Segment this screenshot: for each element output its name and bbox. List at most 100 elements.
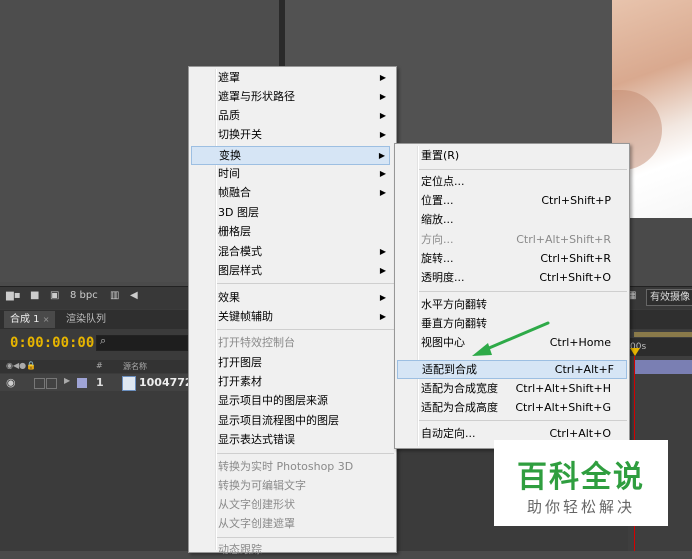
menu-separator xyxy=(217,283,394,284)
label-color-swatch[interactable] xyxy=(77,378,87,388)
flowchart-icon[interactable]: ▆▪ xyxy=(6,290,20,304)
eye-column-icon[interactable]: ◉◀●🔒 xyxy=(6,361,36,370)
menu-item-label: 品质 xyxy=(218,109,240,122)
menu-item-transform[interactable]: 变换 ▶ xyxy=(191,146,390,165)
submenu-arrow-icon: ▶ xyxy=(379,247,386,256)
menu-item-label: 变换 xyxy=(219,149,241,162)
menu-item-3d-layer[interactable]: 3D 图层 xyxy=(218,203,390,222)
menu-item-keyframe-assistant[interactable]: 关键帧辅助 ▶ xyxy=(218,307,390,326)
menu-item-opacity[interactable]: 透明度... Ctrl+Shift+O xyxy=(421,268,625,287)
transform-submenu: 重置(R) 定位点... 位置... Ctrl+Shift+P 缩放... 方向.… xyxy=(394,143,630,449)
tab-composition-1[interactable]: 合成 1 × xyxy=(4,311,56,328)
menu-item-shortcut: Ctrl+Alt+Shift+R xyxy=(516,233,611,246)
menu-item-label: 时间 xyxy=(218,167,240,180)
menu-item-convert-to-live-photoshop-3d[interactable]: 转换为实时 Photoshop 3D xyxy=(218,457,390,476)
annotation-arrow-icon xyxy=(472,321,550,356)
column-number: # xyxy=(96,361,103,370)
menu-item-label: 关键帧辅助 xyxy=(218,310,273,323)
submenu-arrow-icon: ▶ xyxy=(379,293,386,302)
menu-item-shortcut: Ctrl+Shift+O xyxy=(539,271,611,284)
menu-item-label: 透明度... xyxy=(421,271,465,284)
menu-item-reset[interactable]: 重置(R) xyxy=(421,146,625,165)
menu-item-mask[interactable]: 遮罩 ▶ xyxy=(218,68,390,87)
menu-item-adjustment-layer[interactable]: 栅格层 xyxy=(218,222,390,241)
menu-item-create-masks-from-text[interactable]: 从文字创建遮罩 xyxy=(218,514,390,533)
layer-row[interactable]: ◉ ▶ 1 10047729 xyxy=(0,374,200,391)
menu-item-fit-to-comp-width[interactable]: 适配为合成宽度 Ctrl+Alt+Shift+H xyxy=(421,379,625,398)
menu-item-fit-to-comp-height[interactable]: 适配为合成高度 Ctrl+Alt+Shift+G xyxy=(421,398,625,417)
menu-separator xyxy=(217,329,394,330)
visibility-eye-icon[interactable]: ◉ xyxy=(6,376,16,389)
menu-item-label: 旋转... xyxy=(421,252,454,265)
menu-item-label: 效果 xyxy=(218,291,240,304)
menu-item-reveal-in-flowchart[interactable]: 显示项目流程图中的图层 xyxy=(218,411,390,430)
close-icon[interactable]: × xyxy=(43,315,50,324)
layer-column-header: ◉◀●🔒 # 源名称 xyxy=(0,360,190,373)
menu-item-mask-and-shape-path[interactable]: 遮罩与形状路径 ▶ xyxy=(218,87,390,106)
watermark-subtitle: 助你轻松解决 xyxy=(526,498,635,516)
menu-item-effect[interactable]: 效果 ▶ xyxy=(218,288,390,307)
menu-item-reveal-layer-source[interactable]: 显示项目中的图层来源 xyxy=(218,391,390,410)
menu-item-shortcut: Ctrl+Alt+F xyxy=(554,363,614,376)
menu-item-label: 遮罩 xyxy=(218,71,240,84)
menu-separator xyxy=(419,291,627,292)
menu-item-label: 适配为合成高度 xyxy=(421,401,498,414)
menu-item-label: 帧融合 xyxy=(218,186,251,199)
menu-item-convert-to-editable-text[interactable]: 转换为可编辑文字 xyxy=(218,476,390,495)
menu-separator xyxy=(419,420,627,421)
menu-item-label: 方向... xyxy=(421,233,454,246)
bit-depth-button[interactable]: 8 bpc xyxy=(70,290,98,304)
column-source-name: 源名称 xyxy=(123,362,147,371)
menu-item-blending-mode[interactable]: 混合模式 ▶ xyxy=(218,242,390,261)
menu-item-open-layer[interactable]: 打开图层 xyxy=(218,353,390,372)
trash-icon[interactable]: ▥ xyxy=(110,290,119,304)
menu-item-create-shapes-from-text[interactable]: 从文字创建形状 xyxy=(218,495,390,514)
lock-checkbox[interactable] xyxy=(46,378,57,389)
playhead-marker[interactable] xyxy=(630,348,640,356)
menu-item-flip-horizontal[interactable]: 水平方向翻转 xyxy=(421,295,625,314)
menu-item-open-footage[interactable]: 打开素材 xyxy=(218,372,390,391)
layer-context-menu: 遮罩 ▶ 遮罩与形状路径 ▶ 品质 ▶ 切换开关 ▶ 变换 ▶ 时间 ▶ 帧融合 ▶ 3D 图… xyxy=(188,66,397,556)
menu-item-label: 重置(R) xyxy=(421,149,460,162)
work-area-bar[interactable] xyxy=(634,332,692,337)
layer-duration-bar[interactable] xyxy=(635,360,692,374)
menu-item-show-expression-errors[interactable]: 显示表达式错误 xyxy=(218,430,390,449)
tab-render-queue[interactable]: 渲染队列 xyxy=(60,311,112,328)
submenu-arrow-icon: ▶ xyxy=(379,73,386,82)
menu-item-label: 位置... xyxy=(421,194,454,207)
scroll-left-icon[interactable]: ◀ xyxy=(130,290,138,304)
menu-gutter xyxy=(417,146,419,446)
image-file-icon xyxy=(122,376,136,391)
menu-item-shortcut: Ctrl+Shift+R xyxy=(540,252,611,265)
menu-item-quality[interactable]: 品质 ▶ xyxy=(218,106,390,125)
menu-item-position[interactable]: 位置... Ctrl+Shift+P xyxy=(421,191,625,210)
layer-index: 1 xyxy=(96,376,104,389)
solo-checkbox[interactable] xyxy=(34,378,45,389)
menu-item-anchor-point[interactable]: 定位点... xyxy=(421,172,625,191)
menu-separator xyxy=(217,453,394,454)
current-time-display[interactable]: 0:00:00:00 xyxy=(10,335,94,351)
menu-item-open-effect-controls[interactable]: 打开特效控制台 xyxy=(218,333,390,352)
submenu-arrow-icon: ▶ xyxy=(379,188,386,197)
menu-item-label: 缩放... xyxy=(421,213,454,226)
menu-item-switches[interactable]: 切换开关 ▶ xyxy=(218,125,390,144)
menu-item-scale[interactable]: 缩放... xyxy=(421,210,625,229)
menu-item-time[interactable]: 时间 ▶ xyxy=(218,164,390,183)
menu-separator xyxy=(419,169,627,170)
menu-item-layer-styles[interactable]: 图层样式 ▶ xyxy=(218,261,390,280)
search-icon: ⌕ xyxy=(100,334,107,347)
layer-search-input[interactable]: ⌕ xyxy=(96,334,188,351)
submenu-arrow-icon: ▶ xyxy=(379,312,386,321)
comp-icon[interactable]: ▣ xyxy=(50,290,59,304)
expand-triangle-icon[interactable]: ▶ xyxy=(64,376,70,385)
submenu-arrow-icon: ▶ xyxy=(379,266,386,275)
active-camera-dropdown[interactable]: 有效摄像 xyxy=(646,289,692,306)
menu-item-rotation[interactable]: 旋转... Ctrl+Shift+R xyxy=(421,249,625,268)
menu-item-label: 定位点... xyxy=(421,175,465,188)
folder-icon[interactable]: ■ xyxy=(30,290,39,304)
watermark-title: 百科全说 xyxy=(517,460,645,495)
menu-item-orientation[interactable]: 方向... Ctrl+Alt+Shift+R xyxy=(421,230,625,249)
menu-item-label: 水平方向翻转 xyxy=(421,298,487,311)
menu-item-frame-blending[interactable]: 帧融合 ▶ xyxy=(218,183,390,202)
menu-item-motion-tracking[interactable]: 动态跟踪 xyxy=(218,540,390,559)
